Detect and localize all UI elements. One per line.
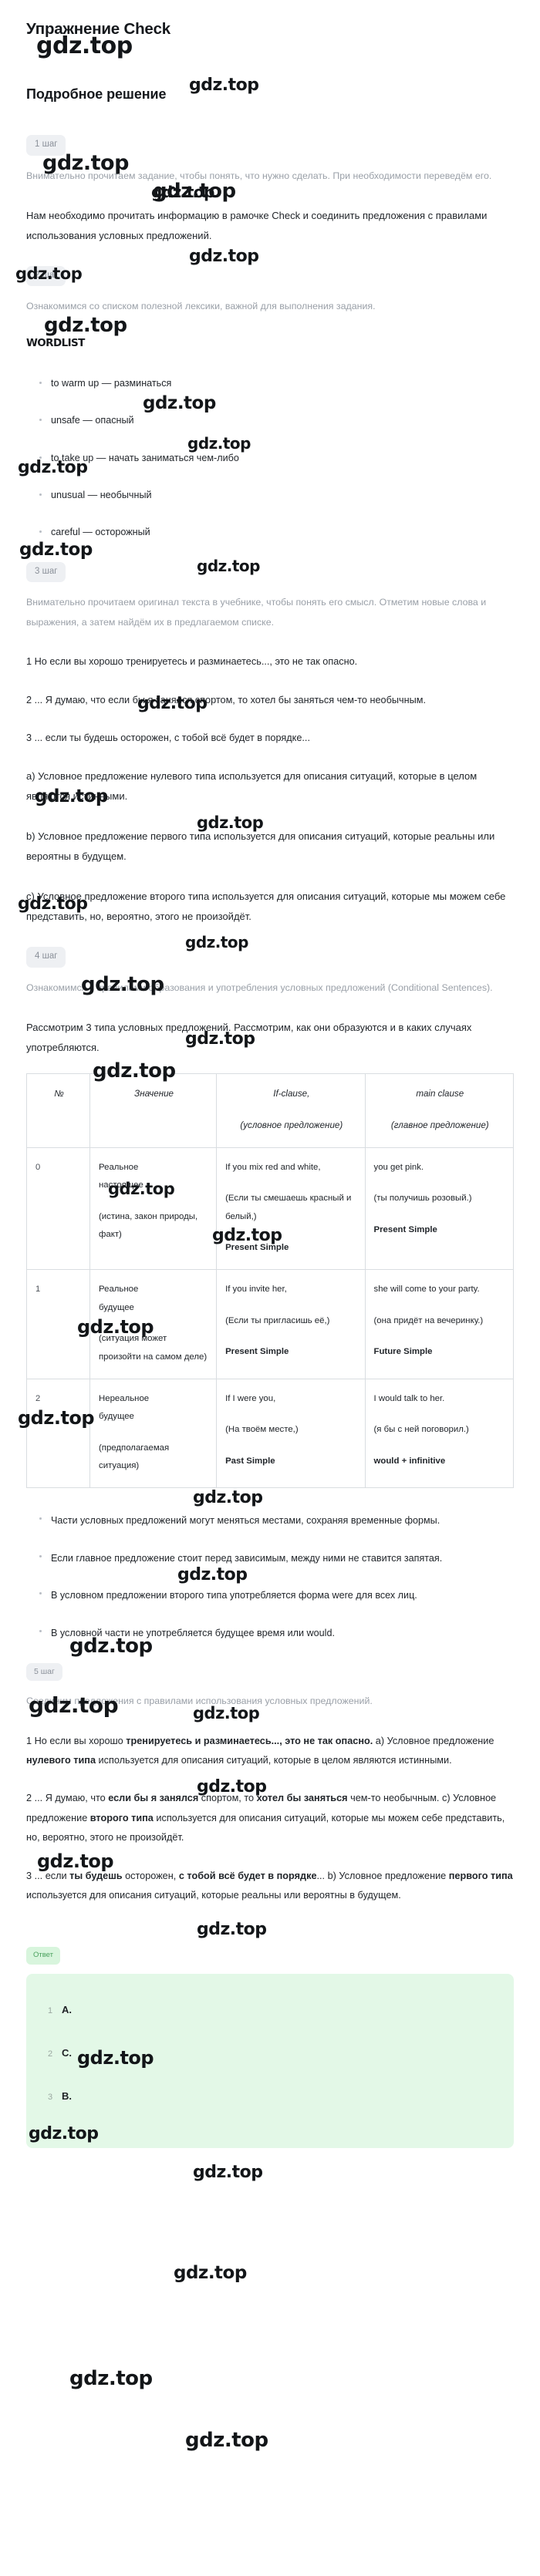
column-header-meaning: Значение	[89, 1073, 218, 1148]
wordlist-heading: WORDLIST	[26, 336, 85, 349]
cell-number: 1	[25, 1269, 91, 1379]
solution-heading: Подробное решение	[26, 86, 167, 102]
step-5-item-3: 3 ... если ты будешь осторожен, с тобой …	[26, 1870, 513, 1901]
step-badge-1: 1 шаг	[26, 135, 66, 156]
answer-badge: Ответ	[26, 1947, 60, 1965]
cell-if-clause: If I were you, (На твоём месте,) Past Si…	[216, 1378, 366, 1489]
step-badge-2: 2 шаг	[26, 265, 66, 287]
cell-if-clause: If you mix red and white, (Если ты смеша…	[216, 1147, 366, 1271]
answer-value: C.	[62, 2046, 72, 2059]
step-5-item-1: 1 Но если вы хорошо тренируетесь и разми…	[26, 1735, 494, 1766]
page-title: Упражнение Check	[26, 20, 171, 38]
column-header-main-clause: main clause (главное предложение)	[364, 1073, 515, 1148]
cell-main-clause: I would talk to her. (я бы с ней поговор…	[364, 1378, 515, 1489]
answer-row: 3 B.	[48, 2091, 492, 2102]
step-4-intro: Ознакомимся с правилами образования и уп…	[26, 982, 493, 993]
sentence-text: ... Я думаю, что если бы я занялся спорт…	[34, 694, 426, 705]
cell-if-clause: If you invite her, (Если ты пригласишь е…	[216, 1269, 366, 1379]
sentence-number: 2	[26, 694, 32, 705]
wordlist: to warm up — разминаться unsafe — опасны…	[26, 375, 514, 541]
step-3-sentence-1: 1 Но если вы хорошо тренируетесь и разми…	[26, 652, 514, 672]
cell-main-clause: you get pink. (ты получишь розовый.) Pre…	[364, 1147, 515, 1271]
answer-row: 1 A.	[48, 2005, 492, 2015]
column-header-if-clause: If-clause, (условное предложение)	[216, 1073, 366, 1148]
list-item: Если главное предложение стоит перед зав…	[26, 1549, 514, 1568]
cell-meaning: Реальное настоящее (истина, закон природ…	[89, 1147, 218, 1271]
step-4-lead: Рассмотрим 3 типа условных предложений. …	[26, 1022, 472, 1054]
step-badge-5: 5 шаг	[26, 1662, 62, 1682]
watermark-text: gdz.top	[193, 2163, 263, 2182]
sentence-number: 3	[26, 732, 32, 744]
cell-meaning: Нереальное будущее (предполагаемая ситуа…	[89, 1378, 218, 1489]
step-1-task: Нам необходимо прочитать информацию в ра…	[26, 209, 488, 241]
list-item: unusual — необычный	[26, 487, 514, 503]
list-item: В условном предложении второго типа упот…	[26, 1586, 514, 1605]
answer-index: 2	[48, 2049, 53, 2059]
watermark-text: gdz.top	[174, 2263, 247, 2283]
list-item: to warm up — разминаться	[26, 375, 514, 392]
sentence-text: ... если ты будешь осторожен, с тобой вс…	[34, 732, 310, 744]
list-item: careful — осторожный	[26, 524, 514, 540]
table-row: 2 Нереальное будущее (предполагаемая сит…	[25, 1378, 515, 1489]
list-item: unsafe — опасный	[26, 412, 514, 429]
cell-number: 0	[25, 1147, 91, 1271]
step-3-sentence-3: 3 ... если ты будешь осторожен, с тобой …	[26, 729, 514, 748]
cell-main-clause: she will come to your party. (она придёт…	[364, 1269, 515, 1379]
step-3-sentence-2: 2 ... Я думаю, что если бы я занялся спо…	[26, 691, 514, 710]
list-item: В условной части не употребляется будуще…	[26, 1624, 514, 1643]
watermark-text: gdz.top	[185, 2429, 268, 2452]
step-badge-4: 4 шаг	[26, 947, 66, 968]
list-item: Части условных предложений могут менятьс…	[26, 1511, 514, 1530]
answer-box: 1 A. 2 C. 3 B.	[26, 1973, 514, 2148]
solution-page: Упражнение Check Подробное решение 1 шаг…	[0, 0, 540, 2148]
answer-row: 2 C.	[48, 2048, 492, 2059]
answer-value: A.	[62, 2003, 72, 2015]
answer-index: 1	[48, 2005, 53, 2015]
sentence-text: Но если вы хорошо тренируетесь и размина…	[34, 656, 358, 668]
step-3-rule-c: c) Условное предложение второго типа исп…	[26, 891, 506, 923]
table-row: 0 Реальное настоящее (истина, закон прир…	[25, 1147, 515, 1271]
list-item: to take up — начать заниматься чем-либо	[26, 450, 514, 466]
step-5-item-2: 2 ... Я думаю, что если бы я занялся спо…	[26, 1793, 505, 1844]
step-5-intro: Соединим предложения с правилами использ…	[26, 1695, 373, 1707]
sentence-number: 1	[26, 656, 32, 668]
cell-meaning: Реальное будущее (ситуация может произой…	[89, 1269, 218, 1379]
table-row: 1 Реальное будущее (ситуация может произ…	[25, 1269, 515, 1379]
answer-index: 3	[48, 2092, 53, 2102]
answer-value: B.	[62, 2089, 72, 2102]
step-3-rule-b: b) Условное предложение первого типа исп…	[26, 830, 495, 863]
step-badge-3: 3 шаг	[26, 561, 66, 583]
column-header-number: №	[25, 1073, 91, 1148]
cell-number: 2	[25, 1378, 91, 1489]
step-2-intro: Ознакомимся со списком полезной лексики,…	[26, 301, 376, 312]
step-3-intro: Внимательно прочитаем оригинал текста в …	[26, 597, 487, 628]
conditionals-table: № Значение If-clause, (условное предложе…	[25, 1073, 515, 1489]
step-1-intro: Внимательно прочитаем задание, чтобы пон…	[26, 170, 492, 181]
watermark-text: gdz.top	[69, 2367, 153, 2390]
conditional-notes: Части условных предложений могут менятьс…	[26, 1511, 514, 1642]
step-3-rule-a: а) Условное предложение нулевого типа ис…	[26, 770, 478, 803]
table-header-row: № Значение If-clause, (условное предложе…	[25, 1073, 515, 1148]
